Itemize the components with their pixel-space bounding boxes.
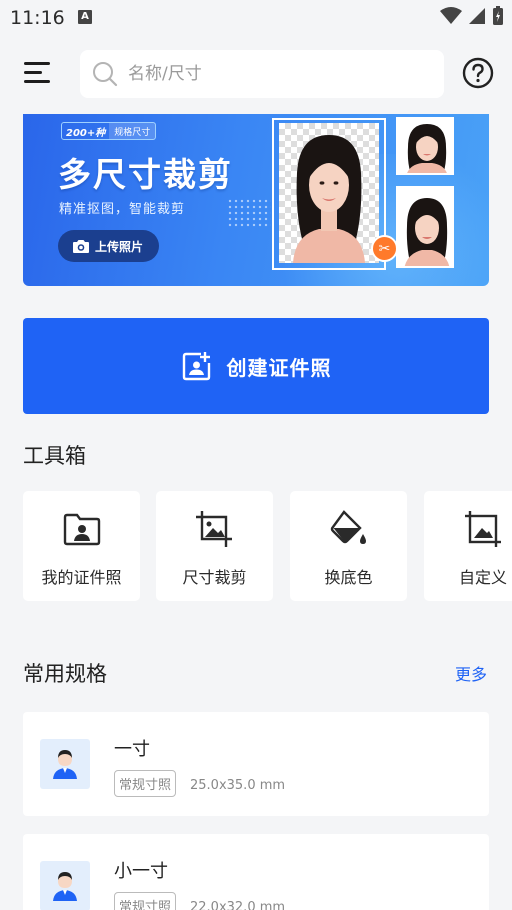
spec-name: 一寸 [114, 739, 150, 760]
banner-badge-label: 规格尺寸 [109, 123, 156, 139]
signal-icon [469, 8, 485, 24]
menu-icon [24, 62, 50, 65]
notification-a-icon: A [78, 10, 92, 24]
spec-size: 25.0x35.0 mm [190, 778, 286, 793]
tool-label: 我的证件照 [41, 568, 122, 587]
banner-title: 多尺寸裁剪 [58, 155, 233, 194]
tool-custom[interactable]: 自定义 [424, 491, 512, 601]
portrait-small-image-1 [396, 117, 454, 175]
scissors-icon: ✂ [371, 235, 398, 262]
spec-name: 小一寸 [114, 861, 168, 882]
spec-size: 22.0x32.0 mm [190, 900, 286, 910]
status-icons [440, 6, 504, 26]
create-id-photo-button[interactable]: 创建证件照 [23, 318, 489, 414]
tool-my-id-photos[interactable]: 我的证件照 [23, 491, 140, 601]
toolbox-title: 工具箱 [23, 444, 86, 468]
person-avatar-icon [40, 861, 90, 910]
banner-subtitle: 精准抠图，智能裁剪 [59, 202, 186, 217]
paint-bucket-icon [329, 509, 369, 549]
crop-image-icon [195, 509, 235, 549]
spec-item[interactable]: 小一寸 常规寸照 22.0x32.0 mm [23, 834, 489, 910]
camera-icon [73, 239, 89, 253]
tool-label: 尺寸裁剪 [182, 568, 247, 587]
upload-photo-button[interactable]: 上传照片 [58, 230, 159, 262]
more-link[interactable]: 更多 [455, 661, 487, 685]
tool-label: 换底色 [324, 568, 373, 587]
spec-tag: 常规寸照 [114, 892, 177, 910]
banner-dot-pattern [227, 198, 271, 228]
specs-title: 常用规格 [23, 662, 107, 686]
upload-photo-label: 上传照片 [95, 239, 144, 254]
spec-tag: 常规寸照 [114, 770, 177, 797]
person-avatar-icon [40, 739, 90, 789]
battery-icon [493, 6, 503, 25]
status-time: 11:16 [10, 7, 65, 29]
wifi-icon [440, 7, 462, 24]
help-icon[interactable] [462, 57, 494, 89]
search-bar[interactable] [80, 50, 444, 98]
top-bar [0, 40, 512, 108]
custom-frame-icon [463, 509, 503, 549]
banner-badge-count: 200+种 [66, 127, 106, 139]
tool-size-crop[interactable]: 尺寸裁剪 [156, 491, 273, 601]
tool-change-background[interactable]: 换底色 [290, 491, 407, 601]
folder-portrait-icon [62, 509, 102, 549]
create-id-photo-label: 创建证件照 [226, 355, 332, 380]
banner-badge: 200+种 规格尺寸 [61, 122, 157, 140]
status-bar: 11:16 A [0, 0, 512, 34]
portrait-small-image-2 [396, 186, 454, 268]
add-photo-icon [182, 352, 210, 381]
promo-banner[interactable]: 200+种 规格尺寸 多尺寸裁剪 精准抠图，智能裁剪 上传照片 ✂ [23, 114, 489, 286]
spec-item[interactable]: 一寸 常规寸照 25.0x35.0 mm [23, 712, 489, 816]
search-icon [93, 62, 118, 87]
search-input[interactable] [128, 64, 418, 84]
portrait-main-image [279, 123, 379, 263]
tool-label: 自定义 [459, 568, 508, 587]
menu-button[interactable] [24, 62, 54, 88]
